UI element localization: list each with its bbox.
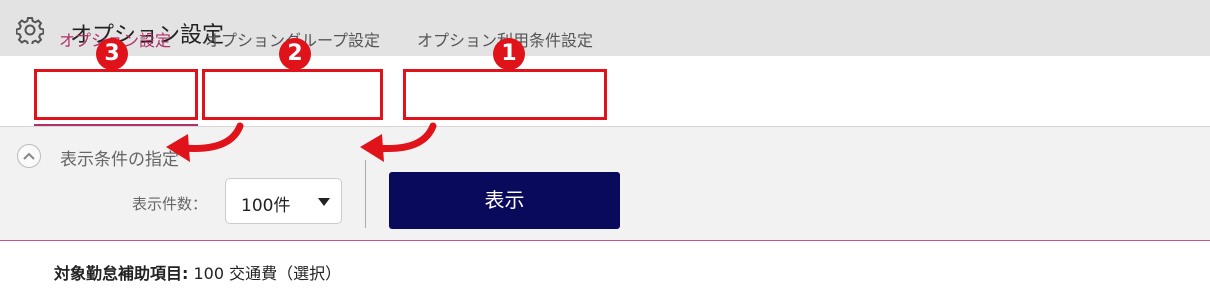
- annotation-badge-2: 2: [279, 38, 311, 70]
- conditions-title: 表示条件の指定: [60, 150, 179, 170]
- dropdown-arrow-icon: [318, 198, 330, 206]
- display-count-value: 100件: [241, 196, 291, 216]
- display-count-label: 表示件数：: [132, 195, 208, 213]
- annotation-box-2: [202, 69, 383, 120]
- chevron-up-icon: [23, 152, 35, 160]
- vertical-divider: [365, 160, 366, 228]
- target-item-row: 対象勤怠補助項目: 100 交通費（選択）: [54, 260, 341, 284]
- target-item-label: 対象勤怠補助項目:: [54, 264, 189, 283]
- annotation-badge-1: 1: [493, 38, 525, 70]
- show-button[interactable]: 表示: [389, 172, 620, 229]
- annotation-box-1: [403, 69, 607, 120]
- display-count-select[interactable]: 100件: [225, 178, 342, 224]
- annotation-badge-3: 3: [96, 38, 128, 70]
- target-item-value: 100 交通費（選択）: [193, 264, 342, 283]
- annotation-box-3: [34, 69, 198, 120]
- collapse-toggle[interactable]: [17, 144, 41, 168]
- panel-bottom-border: [0, 240, 1210, 241]
